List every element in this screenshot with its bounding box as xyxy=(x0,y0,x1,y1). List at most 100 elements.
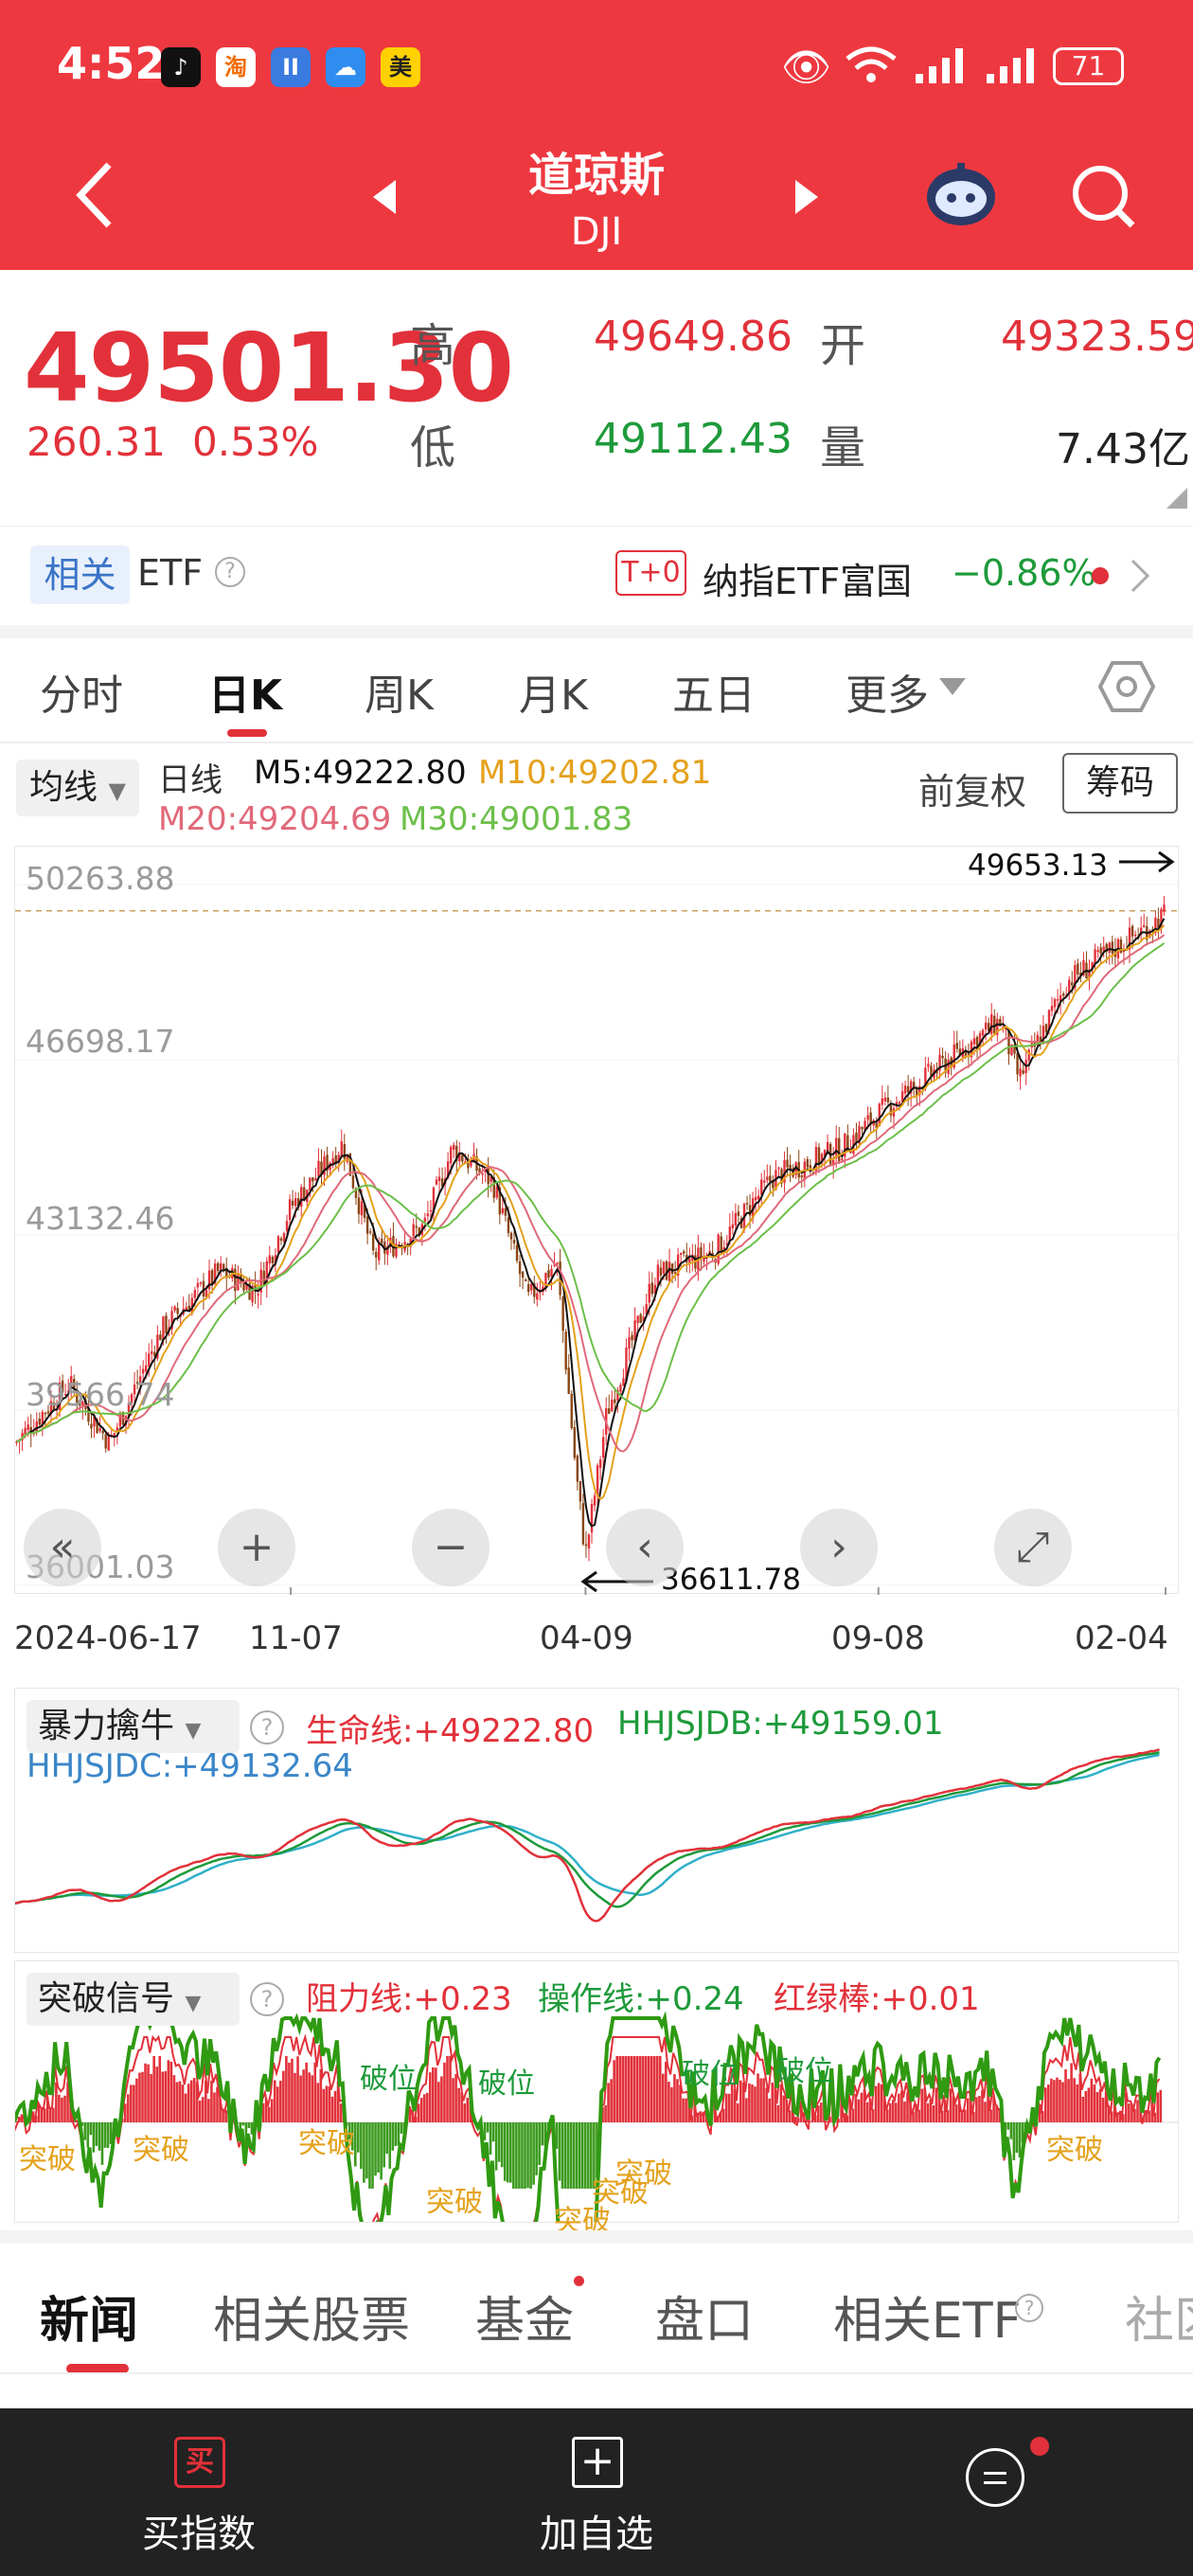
osc-bar xyxy=(895,2102,898,2122)
expand-corner-icon[interactable] xyxy=(1166,488,1187,509)
help-icon[interactable]: ? xyxy=(215,557,245,587)
zoom-out-all-button[interactable]: « xyxy=(24,1509,101,1586)
candle-body xyxy=(101,1430,104,1434)
candle-body xyxy=(162,1316,165,1341)
osc-bar xyxy=(604,2104,607,2122)
osc-bar xyxy=(668,2082,670,2122)
candle-body xyxy=(504,1208,507,1216)
osc-bar xyxy=(736,2102,739,2122)
tab-related-etf[interactable]: 相关ETF xyxy=(833,2281,1022,2352)
related-etf-bar[interactable]: 相关 ETF ? T+0 纳指ETF富国 −0.86% xyxy=(0,526,1193,625)
osc-bar xyxy=(665,2061,668,2122)
chevron-left-icon: ‹ xyxy=(636,1523,653,1571)
candle-body xyxy=(720,1236,722,1253)
buy-index-button[interactable]: 买 买指数 xyxy=(114,2408,284,2576)
add-watchlist-button[interactable]: + 加自选 xyxy=(511,2408,682,2576)
candle-body xyxy=(1163,904,1166,912)
osc-bar xyxy=(518,2122,521,2189)
kline-chart[interactable] xyxy=(14,846,1180,1595)
osc-bar xyxy=(328,2085,331,2122)
osc-bar xyxy=(365,2122,368,2179)
tab-monthly-k[interactable]: 月K xyxy=(519,661,588,722)
osc-bar xyxy=(422,2094,426,2122)
candle-body xyxy=(561,1297,564,1332)
status-time: 4:52 xyxy=(57,38,166,89)
osc-bar xyxy=(377,2122,380,2174)
osc-bar xyxy=(920,2088,923,2122)
signal-mark: 破位 xyxy=(776,2055,833,2088)
osc-bar xyxy=(670,2086,673,2122)
divider xyxy=(0,2372,1193,2374)
ma-selector[interactable]: 均线 ▼ xyxy=(16,760,139,816)
osc-bar xyxy=(891,2100,895,2122)
tab-related-stocks[interactable]: 相关股票 xyxy=(213,2281,410,2352)
tab-news[interactable]: 新闻 xyxy=(40,2281,138,2352)
zoom-out-button[interactable]: − xyxy=(412,1509,490,1586)
indicator-2-selector[interactable]: 突破信号 ▼ xyxy=(27,1973,240,2026)
adjust-mode[interactable]: 前复权 xyxy=(918,762,1026,814)
osc-bar xyxy=(954,2104,958,2122)
candle-body xyxy=(237,1273,240,1291)
tab-intraday[interactable]: 分时 xyxy=(40,661,123,722)
x-tick-label: 09-08 xyxy=(831,1619,925,1657)
chips-button[interactable]: 筹码 xyxy=(1062,753,1178,814)
menu-icon[interactable] xyxy=(966,2448,1024,2507)
help-icon[interactable]: ? xyxy=(1015,2294,1043,2322)
zoom-in-button[interactable]: + xyxy=(218,1509,295,1586)
candle-body xyxy=(148,1353,151,1367)
osc-bar xyxy=(207,2099,210,2122)
candle-body xyxy=(104,1434,107,1449)
osc-bar xyxy=(435,2067,437,2122)
settings-hex-icon[interactable] xyxy=(1097,658,1156,719)
robot-assistant-icon[interactable] xyxy=(923,159,999,231)
osc-bar xyxy=(213,2092,216,2122)
osc-bar xyxy=(385,2122,388,2155)
candle-body xyxy=(906,1085,910,1093)
osc-bar xyxy=(437,2082,440,2122)
osc-bar xyxy=(583,2122,587,2189)
candle-body xyxy=(437,1176,441,1182)
osc-bar xyxy=(167,2060,170,2122)
candle-body xyxy=(639,1314,642,1323)
tab-five-day[interactable]: 五日 xyxy=(672,661,756,722)
candle-body xyxy=(35,1421,38,1432)
candle-body xyxy=(524,1279,527,1281)
help-icon[interactable]: ? xyxy=(250,1710,284,1744)
candle-body xyxy=(866,1115,869,1120)
osc-bar xyxy=(1064,2069,1067,2122)
candle-body xyxy=(898,1101,901,1104)
osc-bar xyxy=(613,2060,615,2122)
osc-bar xyxy=(975,2097,978,2122)
signal-mark: 突破 xyxy=(19,2143,76,2176)
taobao-icon: 淘 xyxy=(216,47,256,87)
osc-bar xyxy=(1018,2122,1022,2158)
candle-body xyxy=(596,1465,599,1495)
tab-community[interactable]: 社区 xyxy=(1125,2281,1193,2352)
osc-bar xyxy=(181,2084,185,2122)
fullscreen-button[interactable]: ⤢ xyxy=(994,1509,1072,1586)
tab-funds[interactable]: 基金 xyxy=(475,2281,574,2352)
app-icon-blue: II xyxy=(271,47,311,87)
osc-bar xyxy=(305,2062,308,2122)
signal-mark: 破位 xyxy=(682,2058,739,2091)
scroll-right-button[interactable]: › xyxy=(800,1509,878,1586)
osc-bar xyxy=(509,2122,512,2183)
help-icon[interactable]: ? xyxy=(250,1982,284,2016)
search-icon[interactable] xyxy=(1070,163,1136,233)
osc-bar xyxy=(647,2056,650,2122)
tab-order-book[interactable]: 盘口 xyxy=(655,2281,754,2352)
tab-weekly-k[interactable]: 周K xyxy=(365,661,434,722)
scroll-left-button[interactable]: ‹ xyxy=(606,1509,684,1586)
candle-body xyxy=(838,1137,841,1162)
candle-body xyxy=(573,1426,576,1458)
osc-bar xyxy=(141,2071,144,2122)
candle-body xyxy=(763,1180,766,1183)
candle-body xyxy=(1027,1049,1030,1061)
tab-daily-k[interactable]: 日K xyxy=(208,661,282,722)
chevron-right-icon[interactable] xyxy=(1129,557,1151,599)
tab-more[interactable]: 更多 xyxy=(846,661,929,722)
y-tick-label: 46698.17 xyxy=(26,1023,175,1060)
indicator-1-selector[interactable]: 暴力擒牛 ▼ xyxy=(27,1700,240,1753)
next-index-icon[interactable] xyxy=(793,178,822,220)
osc-bar xyxy=(198,2100,202,2122)
